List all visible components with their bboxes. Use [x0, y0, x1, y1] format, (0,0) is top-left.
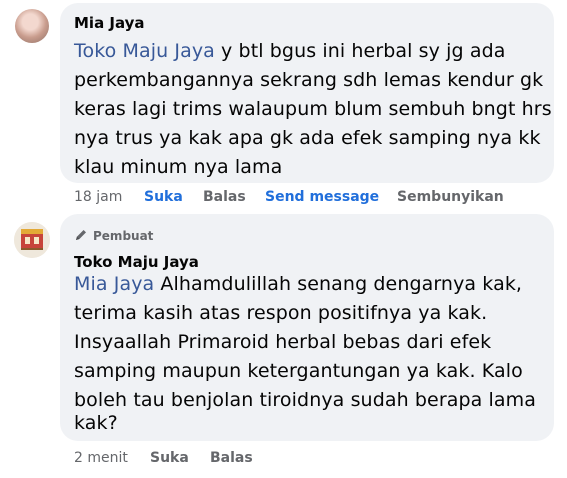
reply-link-2[interactable]: Balas	[210, 450, 253, 466]
comment-text-1-line-1: Toko Maju Jaya y btl bgus ini herbal sy …	[74, 40, 506, 62]
comment-bubble-2: Pembuat Toko Maju Jaya Mia Jaya Alhamdul…	[60, 214, 554, 441]
like-link-1[interactable]: Suka	[144, 189, 203, 205]
avatar-mia-jaya[interactable]	[15, 9, 49, 43]
hide-link[interactable]: Sembunyikan	[397, 189, 504, 205]
avatar-toko-maju-jaya[interactable]	[14, 222, 50, 258]
comment-text-1-line-2: perkembangannya sekrang sdh lemas kendur…	[74, 69, 544, 91]
comment-text-1-line-3: keras lagi trims walaupum blum sembuh bn…	[74, 98, 552, 120]
comment-text-2-line-6: kak?	[74, 412, 118, 434]
mention-mia-jaya[interactable]: Mia Jaya	[74, 273, 154, 295]
comment-text-2-line-2: terima kasih atas respon positifnya ya k…	[74, 302, 488, 324]
reply-link-1[interactable]: Balas	[203, 189, 265, 205]
comment-actions-2: 2 menit Suka Balas	[74, 450, 253, 466]
comment-text-2-line-4: samping maupun ketergantungan ya kak. Ka…	[74, 360, 523, 382]
comment-time-1[interactable]: 18 jam	[74, 189, 144, 205]
comment-text-1-line-4: nya trus ya kak apa gk ada efek samping …	[74, 127, 541, 149]
comment-text-2-line-5: boleh tau benjolan tiroidnya sudah berap…	[74, 389, 537, 411]
mention-toko-maju-jaya[interactable]: Toko Maju Jaya	[74, 40, 215, 62]
comment-author-2[interactable]: Toko Maju Jaya	[74, 253, 199, 271]
shop-logo-icon	[14, 222, 50, 258]
comment-text-1-line-5: klau minum nya lama	[74, 156, 283, 178]
comment-bubble-1: Mia Jaya Toko Maju Jaya y btl bgus ini h…	[60, 3, 554, 183]
like-link-2[interactable]: Suka	[150, 450, 210, 466]
author-badge: Pembuat	[74, 228, 153, 243]
pencil-icon	[76, 230, 86, 240]
comment-text-2-line-3: Insyaallah Primaroid herbal bebas dari e…	[74, 331, 492, 353]
comment-actions-1: 18 jam Suka Balas Send message Sembunyikan	[74, 189, 504, 205]
comment-time-2[interactable]: 2 menit	[74, 450, 150, 466]
send-message-link[interactable]: Send message	[265, 189, 397, 205]
comment-text-2-line-1: Mia Jaya Alhamdulillah senang dengarnya …	[74, 273, 523, 295]
comment-author-1[interactable]: Mia Jaya	[74, 14, 145, 32]
